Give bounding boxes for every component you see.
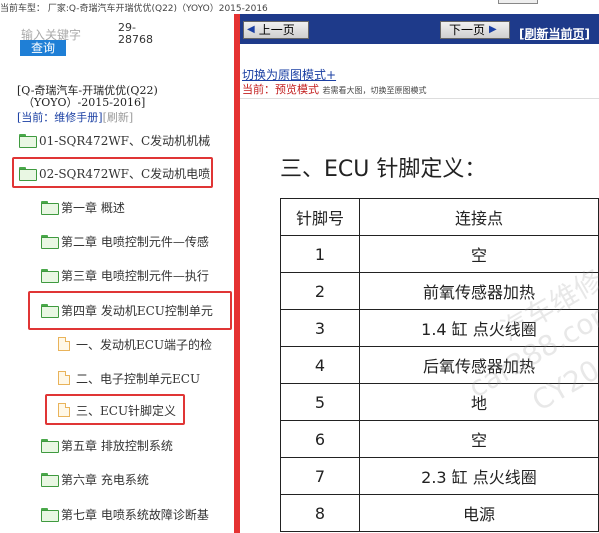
- tree-item-label: 第六章 充电系统: [61, 472, 149, 487]
- folder-icon: [41, 235, 59, 249]
- pin-number: 6: [280, 420, 360, 458]
- record-count: 29-28768: [118, 21, 153, 46]
- file-icon: [58, 403, 70, 417]
- table-row: 7 2.3 缸 点火线圈: [280, 457, 599, 495]
- next-page-label: 下一页: [449, 23, 486, 37]
- tree-item-label: 第三章 电喷控制元件—执行: [61, 268, 209, 283]
- pin-connection: 电源: [358, 494, 599, 532]
- catalog-sidebar: 输入关键字 29-28768 查询 [Q-奇瑞汽车-开瑞优优(Q22) （YOY…: [0, 14, 234, 533]
- pin-number: 8: [280, 494, 360, 532]
- tree-item-label: 三、ECU针脚定义: [76, 403, 177, 418]
- table-header-row: 针脚号 连接点: [280, 198, 599, 236]
- tree-item-label: 第四章 发动机ECU控制单元: [61, 303, 213, 318]
- table-row: 6 空: [280, 420, 599, 458]
- mode-status: 当前：预览模式 若需看大图，切换至原图模式: [242, 81, 427, 97]
- pin-number: 3: [280, 309, 360, 347]
- current-vehicle-text: 当前车型： 厂家:Q-奇瑞汽车开瑞优优(Q22)（YOYO）2015-2016: [0, 4, 268, 14]
- table-row: 8 电源: [280, 494, 599, 532]
- table-row: 1 空: [280, 235, 599, 273]
- tree-item-label: 第二章 电喷控制元件—传感: [61, 234, 209, 249]
- folder-open-icon: [41, 304, 59, 318]
- vehicle-title: [Q-奇瑞汽车-开瑞优优(Q22) （YOYO）-2015-2016]: [17, 85, 158, 109]
- pin-number: 4: [280, 346, 360, 384]
- tree-item-chapter-6[interactable]: 第六章 充电系统: [41, 470, 149, 488]
- pin-connection: 空: [358, 420, 599, 458]
- tree-item-label: 01-SQR472WF、C发动机机械: [39, 133, 211, 148]
- refresh-page-link[interactable]: [刷新当前页]: [519, 25, 590, 42]
- prev-page-button[interactable]: ◀ 上一页: [243, 21, 309, 39]
- next-page-button[interactable]: 下一页 ▶: [440, 21, 510, 39]
- top-button-stub[interactable]: [498, 0, 538, 4]
- tree-item-engine-efi[interactable]: 02-SQR472WF、C发动机电喷: [19, 164, 210, 182]
- pin-number: 1: [280, 235, 360, 273]
- pin-number: 5: [280, 383, 360, 421]
- arrow-left-icon: ◀: [247, 24, 255, 35]
- prev-page-label: 上一页: [258, 23, 295, 37]
- mode-value: 预览模式: [275, 83, 319, 96]
- folder-icon: [19, 134, 37, 148]
- mode-prefix: 当前：: [242, 83, 275, 96]
- current-manual-label: [当前：维修手册]: [17, 111, 103, 124]
- page-nav-bar: ◀ 上一页 下一页 ▶ [刷新当前页]: [240, 14, 599, 44]
- tree-item-chapter-1[interactable]: 第一章 概述: [41, 198, 125, 216]
- tree-item-ecu-pin-definition[interactable]: 三、ECU针脚定义: [58, 401, 176, 419]
- folder-icon: [41, 269, 59, 283]
- content-separator: [240, 98, 599, 99]
- tree-item-chapter-3[interactable]: 第三章 电喷控制元件—执行: [41, 266, 209, 284]
- folder-icon: [41, 201, 59, 215]
- folder-icon: [41, 473, 59, 487]
- tree-item-chapter-4[interactable]: 第四章 发动机ECU控制单元: [41, 301, 213, 319]
- tree-item-chapter-5[interactable]: 第五章 排放控制系统: [41, 436, 173, 454]
- header-pin-no: 针脚号: [280, 198, 360, 236]
- search-button[interactable]: 查询: [20, 40, 66, 56]
- top-status-bar: 当前车型： 厂家:Q-奇瑞汽车开瑞优优(Q22)（YOYO）2015-2016: [0, 0, 599, 14]
- tree-item-label: 二、电子控制单元ECU: [76, 371, 201, 386]
- vehicle-title-line2: （YOYO）-2015-2016]: [23, 96, 146, 109]
- refresh-link[interactable]: [刷新]: [103, 111, 134, 124]
- tree-item-label: 02-SQR472WF、C发动机电喷: [39, 166, 211, 181]
- tree-item-engine-mech[interactable]: 01-SQR472WF、C发动机机械: [19, 131, 210, 149]
- pin-connection: 2.3 缸 点火线圈: [358, 457, 599, 495]
- file-icon: [58, 337, 70, 351]
- folder-icon: [41, 439, 59, 453]
- section-title: 三、ECU 针脚定义：: [280, 157, 487, 182]
- pin-number: 7: [280, 457, 360, 495]
- pin-connection: 空: [358, 235, 599, 273]
- file-icon: [58, 371, 70, 385]
- tree-item-label: 第一章 概述: [61, 200, 125, 215]
- tree-item-label: 第七章 电喷系统故障诊断基: [61, 507, 209, 522]
- current-section: [当前：维修手册][刷新]: [17, 109, 133, 125]
- folder-open-icon: [19, 167, 37, 181]
- pin-definition-table: 针脚号 连接点 1 空 2 前氧传感器加热 3 1.4 缸 点火线圈 4 后氧传…: [280, 198, 599, 532]
- header-connection: 连接点: [358, 198, 599, 236]
- tree-item-chapter-7[interactable]: 第七章 电喷系统故障诊断基: [41, 505, 209, 523]
- mode-hint: 若需看大图，切换至原图模式: [322, 86, 427, 95]
- tree-item-ecu-unit[interactable]: 二、电子控制单元ECU: [58, 369, 200, 387]
- tree-item-chapter-2[interactable]: 第二章 电喷控制元件—传感: [41, 232, 209, 250]
- tree-item-ecu-terminal-check[interactable]: 一、发动机ECU端子的检: [58, 335, 212, 353]
- pin-number: 2: [280, 272, 360, 310]
- document-viewer: ◀ 上一页 下一页 ▶ [刷新当前页] 切换为原图模式+ 当前：预览模式 若需看…: [240, 14, 599, 533]
- tree-item-label: 第五章 排放控制系统: [61, 438, 173, 453]
- tree-item-label: 一、发动机ECU端子的检: [76, 337, 213, 352]
- arrow-right-icon: ▶: [489, 24, 497, 35]
- app-window: 当前车型： 厂家:Q-奇瑞汽车开瑞优优(Q22)（YOYO）2015-2016 …: [0, 0, 599, 533]
- folder-icon: [41, 508, 59, 522]
